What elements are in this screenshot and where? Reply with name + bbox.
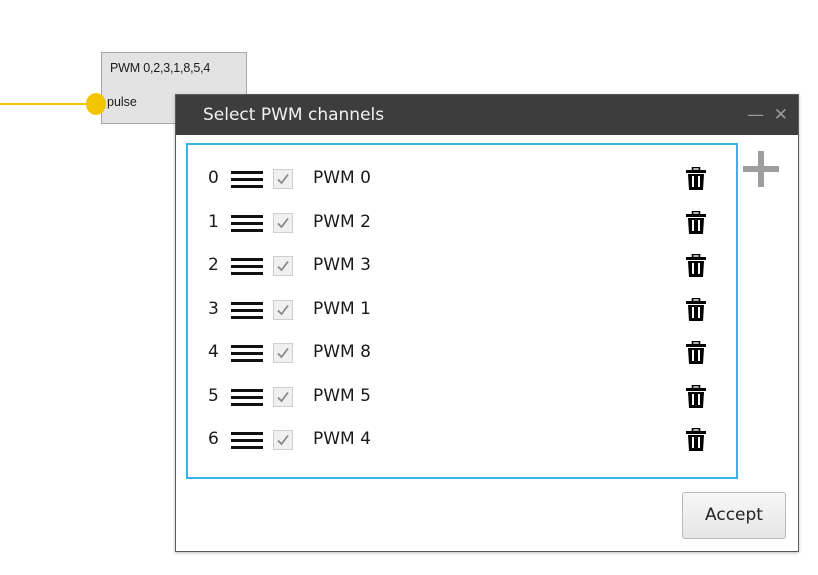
channel-index: 6 <box>208 429 219 449</box>
channel-checkbox[interactable] <box>273 256 293 276</box>
channel-name: PWM 5 <box>313 385 371 406</box>
channel-checkbox[interactable] <box>273 169 293 189</box>
plus-icon[interactable] <box>743 151 779 187</box>
channel-name: PWM 2 <box>313 211 371 232</box>
list-item[interactable]: 2 PWM 3 <box>188 245 736 285</box>
channel-index: 2 <box>208 255 219 275</box>
channel-checkbox[interactable] <box>273 343 293 363</box>
input-port[interactable] <box>86 93 106 115</box>
trash-icon[interactable] <box>686 253 706 278</box>
trash-icon[interactable] <box>686 297 706 322</box>
channel-checkbox[interactable] <box>273 299 293 320</box>
channel-list[interactable]: 0 PWM 0 1 PWM 2 2 PWM 3 3 PWM 1 4 PWM 8 5 PWM 5 6 PWM… <box>186 143 738 479</box>
channel-index: 4 <box>208 342 219 362</box>
list-item[interactable]: 3 PWM 1 <box>188 289 736 329</box>
trash-icon[interactable] <box>686 210 706 235</box>
trash-icon[interactable] <box>686 427 706 452</box>
channel-index: 0 <box>208 168 219 188</box>
select-pwm-dialog: Select PWM channels — ✕ 0 PWM 0 1 PWM 2 2 PWM… <box>175 94 799 552</box>
drag-handle-icon[interactable] <box>231 388 263 406</box>
channel-checkbox[interactable] <box>273 430 293 450</box>
list-item[interactable]: 1 PWM 2 <box>188 202 736 242</box>
drag-handle-icon[interactable] <box>231 258 263 275</box>
pwm-block-port-label: pulse <box>107 95 137 109</box>
drag-handle-icon[interactable] <box>231 432 263 449</box>
channel-index: 3 <box>208 298 219 319</box>
drag-handle-icon[interactable] <box>231 345 263 362</box>
accept-button[interactable]: Accept <box>682 492 786 539</box>
channel-name: PWM 8 <box>313 342 371 362</box>
list-item[interactable]: 4 PWM 8 <box>188 332 736 372</box>
close-icon[interactable]: ✕ <box>774 105 788 125</box>
dialog-title: Select PWM channels <box>203 105 385 125</box>
trash-icon[interactable] <box>686 384 706 409</box>
list-item[interactable]: 5 PWM 5 <box>188 376 736 416</box>
channel-index: 1 <box>208 211 219 232</box>
trash-icon[interactable] <box>686 340 706 365</box>
channel-name: PWM 4 <box>313 429 371 449</box>
drag-handle-icon[interactable] <box>231 301 263 319</box>
minimize-icon[interactable]: — <box>747 105 764 125</box>
channel-checkbox[interactable] <box>273 386 293 407</box>
signal-wire <box>0 103 96 105</box>
channel-index: 5 <box>208 385 219 406</box>
pwm-block-title: PWM 0,2,3,1,8,5,4 <box>110 61 211 75</box>
list-item[interactable]: 6 PWM 4 <box>188 419 736 459</box>
dialog-titlebar[interactable]: Select PWM channels — ✕ <box>176 95 798 135</box>
channel-name: PWM 0 <box>313 168 371 188</box>
drag-handle-icon[interactable] <box>231 171 263 188</box>
channel-name: PWM 1 <box>313 298 371 319</box>
trash-icon[interactable] <box>686 166 706 191</box>
channel-checkbox[interactable] <box>273 212 293 233</box>
channel-name: PWM 3 <box>313 255 371 275</box>
list-item[interactable]: 0 PWM 0 <box>188 158 736 198</box>
drag-handle-icon[interactable] <box>231 214 263 232</box>
